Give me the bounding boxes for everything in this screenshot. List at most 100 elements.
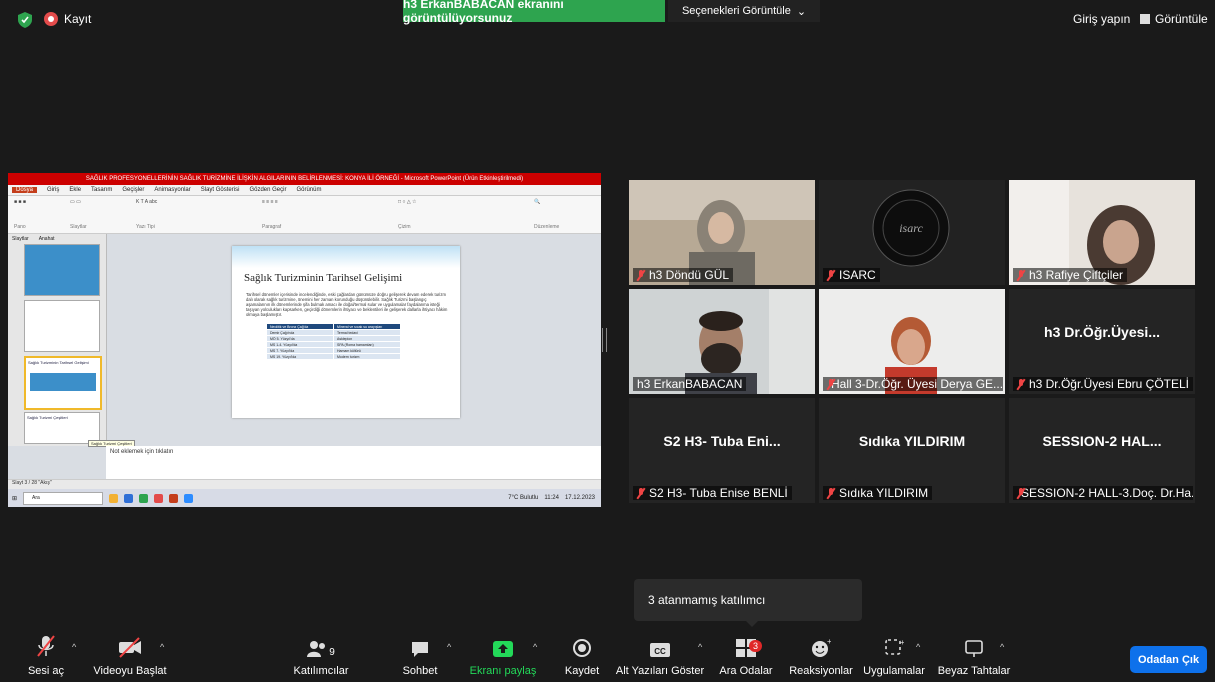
participant-tile[interactable]: S2 H3- Tuba Eni... S2 H3- Tuba Enise BEN… <box>629 398 815 503</box>
table-cell: Modern turizm <box>333 353 401 360</box>
chevron-up-icon[interactable]: ^ <box>698 642 702 652</box>
ribbon-group-label: Düzenleme <box>534 224 560 230</box>
participant-tile[interactable]: h3 Dr.Öğr.Üyesi... h3 Dr.Öğr.Üyesi Ebru … <box>1009 289 1195 394</box>
powerpoint-status-bar: Slayt 3 / 28 "Akış" <box>8 479 601 489</box>
shared-screen[interactable]: SAĞLIK PROFESYONELLERİNİN SAĞLIK TURİZMİ… <box>8 173 601 507</box>
view-options-button[interactable]: Seçenekleri Görüntüle ⌄ <box>668 0 820 22</box>
participant-name: Hall 3-Dr.Öğr. Üyesi Derya GE... <box>831 377 1003 391</box>
participant-name-tag: h3 Dr.Öğr.Üyesi Ebru ÇÖTELİ <box>1013 377 1193 391</box>
current-slide: Sağlık Turizminin Tarihsel Gelişimi Tari… <box>232 246 460 418</box>
app-icon <box>124 493 134 503</box>
participant-name: ISARC <box>839 268 876 282</box>
chevron-up-icon[interactable]: ^ <box>160 642 164 652</box>
start-video-label: Videoyu Başlat <box>93 665 167 677</box>
ribbon-tab: Slayt Gösterisi <box>200 187 240 193</box>
ribbon-tabs: Dosya Giriş Ekle Tasarım Geçişler Animas… <box>8 185 601 196</box>
powerpoint-title-bar: SAĞLIK PROFESYONELLERİNİN SAĞLIK TURİZMİ… <box>8 173 601 185</box>
chevron-up-icon[interactable]: ^ <box>447 642 451 652</box>
captions-label: Alt Yazıları Göster <box>615 665 705 677</box>
whiteboards-button[interactable]: Beyaz Tahtalar <box>938 630 1010 682</box>
participant-tile-active-speaker[interactable]: h3 ErkanBABACAN <box>629 289 815 394</box>
recording-label: Kayıt <box>64 12 92 26</box>
ribbon-tab: Tasarım <box>91 187 113 193</box>
participant-name: h3 ErkanBABACAN <box>637 377 743 391</box>
chevron-up-icon[interactable]: ^ <box>533 642 537 652</box>
whiteboard-icon <box>965 640 983 657</box>
ribbon-group-label: Çizim <box>398 224 411 230</box>
login-link[interactable]: Giriş yapın <box>1073 12 1130 26</box>
participant-tile[interactable]: Hall 3-Dr.Öğr. Üyesi Derya GE... <box>819 289 1005 394</box>
apps-label: Uygulamalar <box>863 665 925 677</box>
participant-name: S2 H3- Tuba Enise BENLİ <box>649 486 788 500</box>
chevron-up-icon[interactable]: ^ <box>1000 642 1004 652</box>
participant-tile[interactable]: h3 Döndü GÜL <box>629 180 815 285</box>
participant-tile[interactable]: isarc ISARC <box>819 180 1005 285</box>
ribbon-tab: Dosya <box>12 187 38 193</box>
taskbar-search: Ara <box>23 491 104 505</box>
participant-name: Sıdıka YILDIRIM <box>839 486 929 500</box>
participant-name-tag: Sıdıka YILDIRIM <box>823 486 933 500</box>
ribbon-tab: Giriş <box>47 187 60 193</box>
ribbon-tab: Ekle <box>69 187 82 193</box>
security-shield-icon[interactable] <box>18 12 32 28</box>
whiteboards-label: Beyaz Tahtalar <box>937 665 1011 677</box>
apps-icon: + <box>885 638 904 655</box>
top-bar: Kayıt h3 ErkanBABACAN ekranını görüntülü… <box>0 0 1215 40</box>
participant-tile[interactable]: Sıdıka YILDIRIM Sıdıka YILDIRIM <box>819 398 1005 503</box>
chat-label: Sohbet <box>402 665 438 677</box>
participant-name-tag: SESSION-2 HALL-3.Doç. Dr.Ha... <box>1013 486 1193 500</box>
participant-tile[interactable]: h3 Rafiye Çiftçiler <box>1009 180 1195 285</box>
participant-name-tag: h3 Döndü GÜL <box>633 268 734 282</box>
weather: 7°C Bulutlu <box>508 495 539 501</box>
mic-muted-icon <box>827 269 835 281</box>
participant-display-name: Sıdıka YILDIRIM <box>858 432 966 449</box>
leave-meeting-button[interactable]: Odadan Çık <box>1130 646 1207 673</box>
participant-name-tag: Hall 3-Dr.Öğr. Üyesi Derya GE... <box>823 377 1003 391</box>
panel-tab-outline: Anahat <box>38 236 55 242</box>
participant-tile[interactable]: SESSION-2 HAL... SESSION-2 HALL-3.Doç. D… <box>1009 398 1195 503</box>
breakout-rooms-button[interactable]: 3 Ara Odalar <box>719 630 773 682</box>
ribbon-tab: Gözden Geçir <box>249 187 287 193</box>
participant-display-name: h3 Dr.Öğr.Üyesi... <box>1044 323 1160 340</box>
slide-thumbnail <box>24 244 100 296</box>
recording-indicator[interactable]: Kayıt <box>44 12 91 26</box>
chat-button[interactable]: Sohbet <box>398 630 442 682</box>
participants-button[interactable]: 9 Katılımcılar <box>290 630 352 682</box>
resize-handle[interactable] <box>602 328 607 352</box>
view-button[interactable]: Görüntüle <box>1140 12 1208 26</box>
panel-tab-slides: Slaytlar <box>12 236 29 242</box>
slide-thumbnails: Slaytlar Anahat Sağlık Turizminin Tarihs… <box>8 234 135 447</box>
table-cell: MS 19. Yüzyıl'da <box>266 353 334 360</box>
mic-muted-icon <box>37 635 55 657</box>
participant-name: h3 Döndü GÜL <box>649 268 730 282</box>
participant-name-tag: ISARC <box>823 268 880 282</box>
view-options-label: Seçenekleri Görüntüle <box>681 5 791 17</box>
share-banner: h3 ErkanBABACAN ekranını görüntülüyorsun… <box>403 0 665 25</box>
meeting-toolbar: Sesi aç ^ Videoyu Başlat ^ 9 Katılımcıla… <box>0 630 1215 682</box>
mic-muted-icon <box>1017 269 1025 281</box>
app-icon <box>139 493 149 503</box>
captions-button[interactable]: CC Alt Yazıları Göster <box>610 630 710 682</box>
record-label: Kaydet <box>564 665 600 677</box>
folder-icon <box>109 493 119 503</box>
clock-date: 17.12.2023 <box>564 495 595 501</box>
windows-start-icon: ⊞ <box>12 495 18 502</box>
apps-button[interactable]: + Uygulamalar <box>862 630 926 682</box>
chevron-up-icon[interactable]: ^ <box>72 642 76 652</box>
table-row: MS 19. Yüzyıl'da Modern turizm <box>266 353 401 360</box>
reactions-button[interactable]: + Reaksiyonlar <box>789 630 853 682</box>
share-screen-button[interactable]: Ekranı paylaş <box>470 630 536 682</box>
chevron-up-icon[interactable]: ^ <box>916 642 920 652</box>
start-video-button[interactable]: Videoyu Başlat <box>92 630 168 682</box>
participant-display-name: S2 H3- Tuba Eni... <box>663 432 781 449</box>
slide-thumbnail <box>24 300 100 352</box>
record-button[interactable]: Kaydet <box>562 630 602 682</box>
ribbon-group-label: Slaytlar <box>70 224 87 230</box>
slide-table: Neolitik ve Bronz Çağ'da Mineral ve sıcak… <box>266 323 401 360</box>
unmute-button[interactable]: Sesi aç <box>28 630 64 682</box>
participant-name: h3 Dr.Öğr.Üyesi Ebru ÇÖTELİ <box>1028 377 1189 391</box>
chat-icon <box>412 642 428 657</box>
chrome-icon <box>154 493 164 503</box>
zoom-icon <box>184 493 194 503</box>
share-screen-label: Ekranı paylaş <box>469 665 537 677</box>
